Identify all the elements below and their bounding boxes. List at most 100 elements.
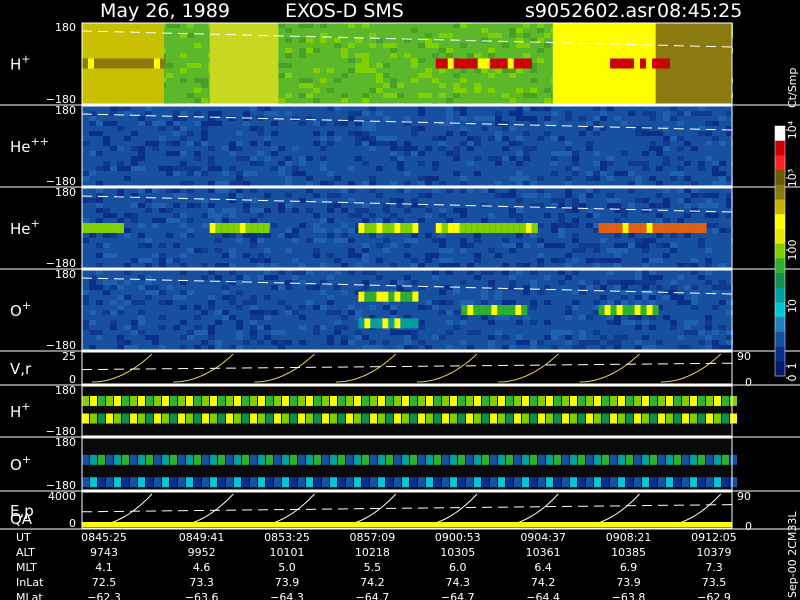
- heat-cell: [488, 213, 495, 218]
- heat-cell: [712, 270, 719, 275]
- heat-cell: [229, 263, 236, 268]
- heat-cell: [285, 53, 292, 58]
- heat-cell: [145, 335, 152, 340]
- heat-row-cell: [282, 477, 289, 488]
- heat-cell: [418, 161, 425, 166]
- heat-cell: [208, 166, 215, 171]
- heat-cell: [285, 161, 292, 166]
- heat-cell: [446, 310, 453, 315]
- heat-row-cell: [698, 454, 705, 465]
- heat-band-cell: [453, 223, 460, 233]
- heat-band-cell: [257, 223, 264, 233]
- heat-cell: [369, 68, 376, 73]
- heat-cell: [264, 233, 271, 238]
- table-cell: 73.9: [616, 576, 641, 589]
- heat-cell: [684, 188, 691, 193]
- heat-cell: [89, 171, 96, 176]
- heat-cell: [306, 270, 313, 275]
- heat-cell: [250, 233, 257, 238]
- heat-row-cell: [170, 477, 177, 488]
- heat-cell: [334, 330, 341, 335]
- table-cell: 74.2: [360, 576, 385, 589]
- heat-cell: [691, 208, 698, 213]
- heat-row-cell: [362, 477, 369, 488]
- heat-cell: [173, 126, 180, 131]
- heat-cell: [159, 193, 166, 198]
- heat-row-cell: [330, 396, 337, 406]
- heat-row-cell: [730, 396, 737, 406]
- heat-band-cell: [616, 58, 623, 69]
- heat-cell: [663, 116, 670, 121]
- heat-row-cell: [706, 413, 713, 424]
- heat-row-cell: [378, 413, 385, 424]
- heat-cell: [551, 223, 558, 228]
- heat-cell: [362, 310, 369, 315]
- heat-cell: [327, 141, 334, 146]
- heat-row-cell: [282, 396, 289, 406]
- heat-cell: [586, 258, 593, 263]
- heat-band-cell: [233, 223, 240, 233]
- heat-cell: [131, 300, 138, 305]
- heat-cell: [166, 218, 173, 223]
- heat-cell: [376, 73, 383, 78]
- heat-cell: [103, 258, 110, 263]
- table-cell: 0849:41: [179, 531, 225, 544]
- heat-cell: [355, 156, 362, 161]
- heat-cell: [621, 243, 628, 248]
- heat-cell: [635, 181, 642, 186]
- heat-cell: [453, 290, 460, 295]
- heat-cell: [586, 141, 593, 146]
- heat-cell: [145, 258, 152, 263]
- heat-cell: [145, 238, 152, 243]
- heat-band-cell: [483, 223, 490, 233]
- heat-row-cell: [562, 413, 569, 424]
- heat-cell: [544, 98, 551, 103]
- heat-band-cell: [503, 305, 510, 315]
- heat-cell: [208, 315, 215, 320]
- heat-cell: [306, 290, 313, 295]
- heat-cell: [180, 181, 187, 186]
- heat-cell: [383, 248, 390, 253]
- heat-cell: [698, 106, 705, 111]
- heat-band-cell: [652, 223, 659, 233]
- heat-cell: [677, 218, 684, 223]
- heat-cell: [411, 280, 418, 285]
- heat-cell: [446, 213, 453, 218]
- heat-cell: [530, 233, 537, 238]
- heat-cell: [558, 330, 565, 335]
- heat-cell: [551, 335, 558, 340]
- heat-row-cell: [706, 477, 713, 488]
- heat-cell: [131, 253, 138, 258]
- heat-cell: [180, 233, 187, 238]
- table-cell: −64.7: [441, 591, 475, 600]
- heat-band-cell: [453, 58, 460, 69]
- heat-cell: [131, 203, 138, 208]
- heat-row-cell: [458, 477, 465, 488]
- heat-row-cell: [482, 454, 489, 465]
- heat-cell: [369, 121, 376, 126]
- heat-row-cell: [474, 396, 481, 406]
- heat-cell: [264, 136, 271, 141]
- heat-cell: [173, 131, 180, 136]
- heat-cell: [152, 121, 159, 126]
- heat-cell: [488, 188, 495, 193]
- heat-cell: [446, 53, 453, 58]
- heat-cell: [131, 161, 138, 166]
- heat-cell: [705, 131, 712, 136]
- heat-cell: [558, 141, 565, 146]
- heat-cell: [439, 181, 446, 186]
- heat-row-cell: [634, 413, 641, 424]
- heat-cell: [89, 111, 96, 116]
- heat-cell: [292, 121, 299, 126]
- heat-cell: [509, 280, 516, 285]
- heat-cell: [502, 131, 509, 136]
- heat-band-cell: [640, 305, 647, 315]
- table-cell: 6.4: [534, 561, 552, 574]
- heat-cell: [194, 121, 201, 126]
- heat-cell: [355, 345, 362, 350]
- heat-cell: [404, 53, 411, 58]
- heat-cell: [530, 280, 537, 285]
- heat-cell: [236, 156, 243, 161]
- heat-cell: [222, 171, 229, 176]
- heat-cell: [250, 258, 257, 263]
